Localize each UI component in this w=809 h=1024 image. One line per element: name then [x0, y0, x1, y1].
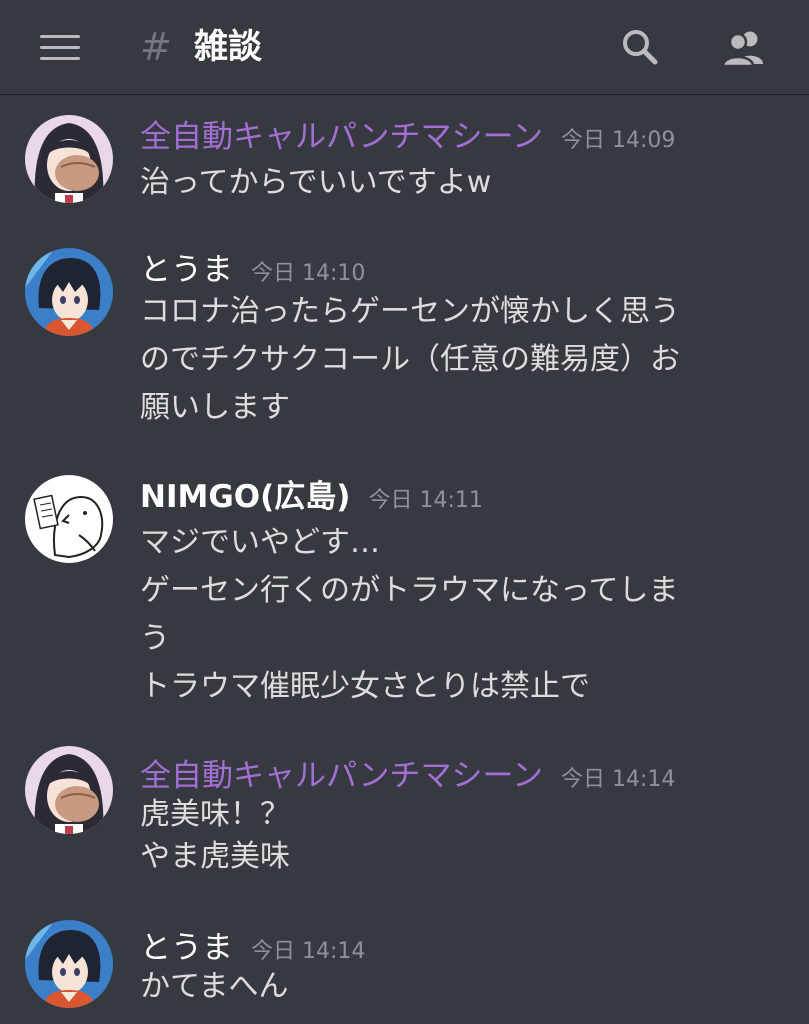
message-header: NIMGO(広島) 今日 14:11	[140, 477, 483, 517]
menu-line	[40, 46, 80, 49]
search-icon	[623, 30, 658, 65]
timestamp: 今日 14:09	[561, 128, 676, 153]
timestamp: 今日 14:14	[251, 939, 366, 964]
channel-name: 雑談	[194, 27, 262, 67]
menu-line	[40, 57, 80, 60]
members-button[interactable]	[720, 26, 766, 70]
avatar-anime-girl-fist-icon	[25, 746, 113, 834]
message-text: かてまへん	[140, 966, 780, 1008]
avatar[interactable]	[25, 115, 113, 203]
hamburger-menu-icon[interactable]	[40, 34, 80, 62]
avatar-bird-doodle-icon	[25, 475, 113, 563]
message-line: やま虎美味	[140, 839, 290, 874]
message-line: トラウマ催眠少女さとりは禁止で	[140, 669, 590, 704]
message-text: 治ってからでいいですよw	[140, 159, 780, 207]
username[interactable]: NIMGO(広島)	[140, 479, 350, 515]
message-line: 虎美味！？	[140, 797, 290, 832]
channel-header: # 雑談	[0, 0, 809, 95]
message-text: マジでいやどす… ゲーセン行くのがトラウマになってしまうトラウマ催眠少女さとりは禁…	[140, 519, 780, 711]
message-header: とうま 今日 14:10	[140, 250, 365, 290]
avatar-anime-boy-icon	[25, 920, 113, 1008]
message-line: コロナ治ったらゲーセンが懐かしく思う	[140, 294, 680, 329]
message-text: コロナ治ったらゲーセンが懐かしく思う のでチクサクコール（任意の難易度）お 願いしま…	[140, 288, 780, 432]
avatar[interactable]	[25, 746, 113, 834]
message-line: 願いします	[140, 390, 290, 425]
message-line: 治ってからでいいですよw	[140, 165, 492, 200]
message-header: とうま 今日 14:14	[140, 928, 365, 968]
username[interactable]: とうま	[140, 252, 233, 288]
message-text: 虎美味！？ やま虎美味	[140, 794, 780, 878]
message-line: のでチクサクコール（任意の難易度）お	[140, 342, 680, 377]
username[interactable]: 全自動キャルパンチマシーン	[140, 119, 543, 155]
timestamp: 今日 14:14	[561, 767, 676, 792]
members-icon	[721, 31, 763, 68]
message-line: かてまへん	[140, 969, 289, 1004]
timestamp: 今日 14:11	[368, 488, 483, 513]
avatar-anime-boy-icon	[25, 248, 113, 336]
channel-hash-icon: #	[140, 25, 172, 69]
message-header: 全自動キャルパンチマシーン 今日 14:14	[140, 756, 675, 796]
avatar[interactable]	[25, 248, 113, 336]
message-header: 全自動キャルパンチマシーン 今日 14:09	[140, 117, 675, 157]
message-line: う	[140, 621, 170, 656]
timestamp: 今日 14:10	[251, 261, 366, 286]
message-line: ゲーセン行くのがトラウマになってしま	[140, 573, 679, 608]
search-button[interactable]	[618, 26, 664, 70]
username[interactable]: 全自動キャルパンチマシーン	[140, 758, 543, 794]
message-line: マジでいやどす…	[140, 525, 380, 560]
username[interactable]: とうま	[140, 930, 233, 966]
avatar[interactable]	[25, 920, 113, 1008]
avatar[interactable]	[25, 475, 113, 563]
avatar-anime-girl-fist-icon	[25, 115, 113, 203]
menu-line	[40, 35, 80, 38]
